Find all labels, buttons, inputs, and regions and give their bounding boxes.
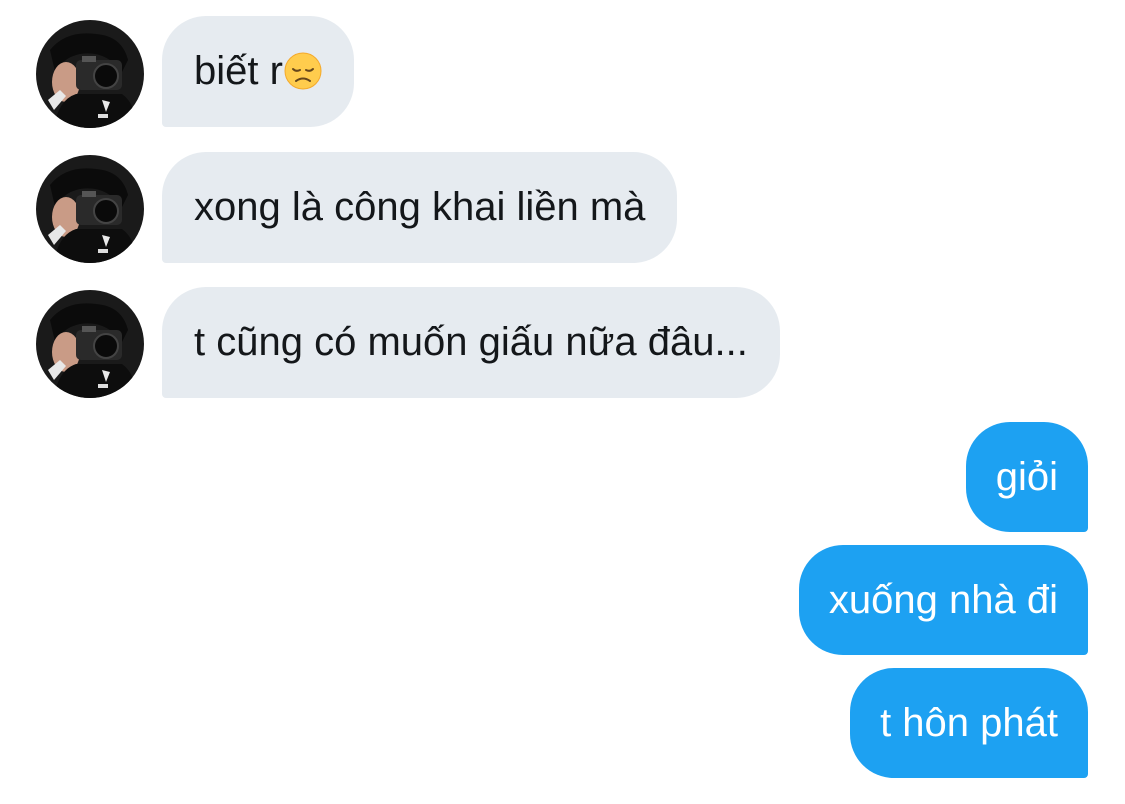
- message-text: t hôn phát: [880, 701, 1058, 745]
- sent-message-bubble[interactable]: xuống nhà đi: [798, 545, 1088, 655]
- message-text: biết r: [194, 49, 283, 93]
- sender-avatar[interactable]: [36, 20, 144, 128]
- sender-avatar[interactable]: [36, 290, 144, 398]
- avatar-photo-icon: [36, 155, 144, 263]
- sender-avatar[interactable]: [36, 155, 144, 263]
- message-text: xong là công khai liền mà: [194, 185, 646, 229]
- disappointed-face-icon: [284, 52, 322, 90]
- sent-message-bubble[interactable]: giỏi: [965, 422, 1088, 532]
- sent-message-bubble[interactable]: t hôn phát: [850, 668, 1088, 778]
- avatar-photo-icon: [36, 290, 144, 398]
- message-text: xuống nhà đi: [828, 578, 1058, 622]
- avatar-photo-icon: [36, 20, 144, 128]
- message-text: t cũng có muốn giấu nữa đâu...: [194, 320, 748, 364]
- message-text: giỏi: [995, 455, 1058, 499]
- received-message-bubble[interactable]: xong là công khai liền mà: [162, 152, 678, 263]
- received-message-bubble[interactable]: biết r: [162, 16, 354, 127]
- received-message-bubble[interactable]: t cũng có muốn giấu nữa đâu...: [162, 287, 780, 398]
